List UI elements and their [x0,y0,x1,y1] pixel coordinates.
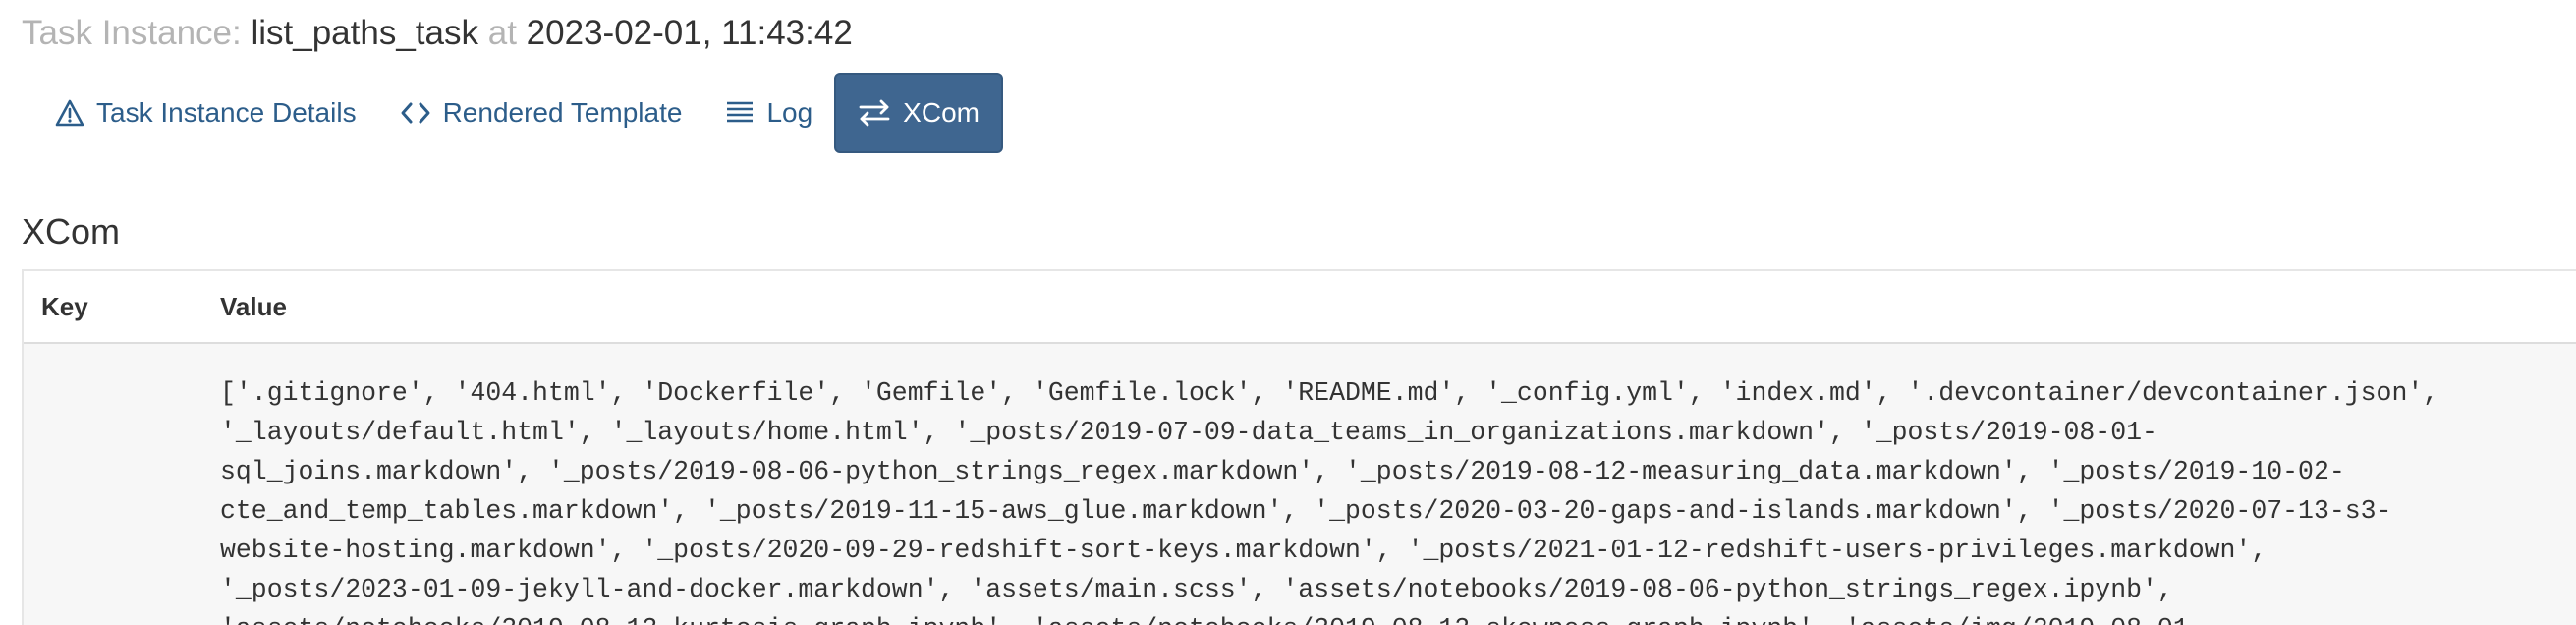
execution-timestamp: 2023-02-01, 11:43:42 [526,14,853,52]
tab-label: Log [766,97,813,128]
column-header-key: Key [41,291,88,321]
task-instance-page: Task Instance: list_paths_task at 2023-0… [0,0,2576,625]
section-title: XCom [22,211,121,252]
title-prefix: Task Instance: [22,14,242,52]
tab-label: Task Instance Details [96,97,357,128]
task-name: list_paths_task [251,14,478,52]
row-key [24,344,198,625]
tab-label: Rendered Template [442,97,683,128]
tab-rendered-template[interactable]: Rendered Template [378,73,704,153]
warning-triangle-icon [55,99,84,127]
row-value: ['.gitignore', '404.html', 'Dockerfile',… [198,344,2576,625]
tab-task-instance-details[interactable]: Task Instance Details [33,73,378,153]
exchange-arrows-icon [859,99,890,127]
value-line: '_posts/2023-01-09-jekyll-and-docker.mar… [220,575,2173,604]
value-line: '_layouts/default.html', '_layouts/home.… [220,418,2157,447]
page-title: Task Instance: list_paths_task at 2023-0… [22,10,853,57]
value-line: 'assets/notebooks/2019-08-12-kurtosis_gr… [220,609,2576,625]
code-brackets-icon [401,102,430,124]
tab-xcom[interactable]: XCom [834,73,1003,153]
xcom-table: Key Value ['.gitignore', '404.html', 'Do… [22,269,2576,625]
task-instance-tabs: Task Instance Details Rendered Template … [33,73,1003,153]
table-header: Key Value [24,271,2576,344]
value-line: cte_and_temp_tables.markdown', '_posts/2… [220,496,2392,526]
value-line: ['.gitignore', '404.html', 'Dockerfile',… [220,378,2439,408]
column-header-value: Value [220,291,287,321]
title-at: at [487,14,517,52]
value-line: website-hosting.markdown', '_posts/2020-… [220,536,2268,565]
tab-log[interactable]: Log [703,73,834,153]
value-line: sql_joins.markdown', '_posts/2019-08-06-… [220,457,2345,486]
table-row: ['.gitignore', '404.html', 'Dockerfile',… [24,344,2576,625]
list-lines-icon [727,101,754,123]
tab-label: XCom [903,97,980,128]
